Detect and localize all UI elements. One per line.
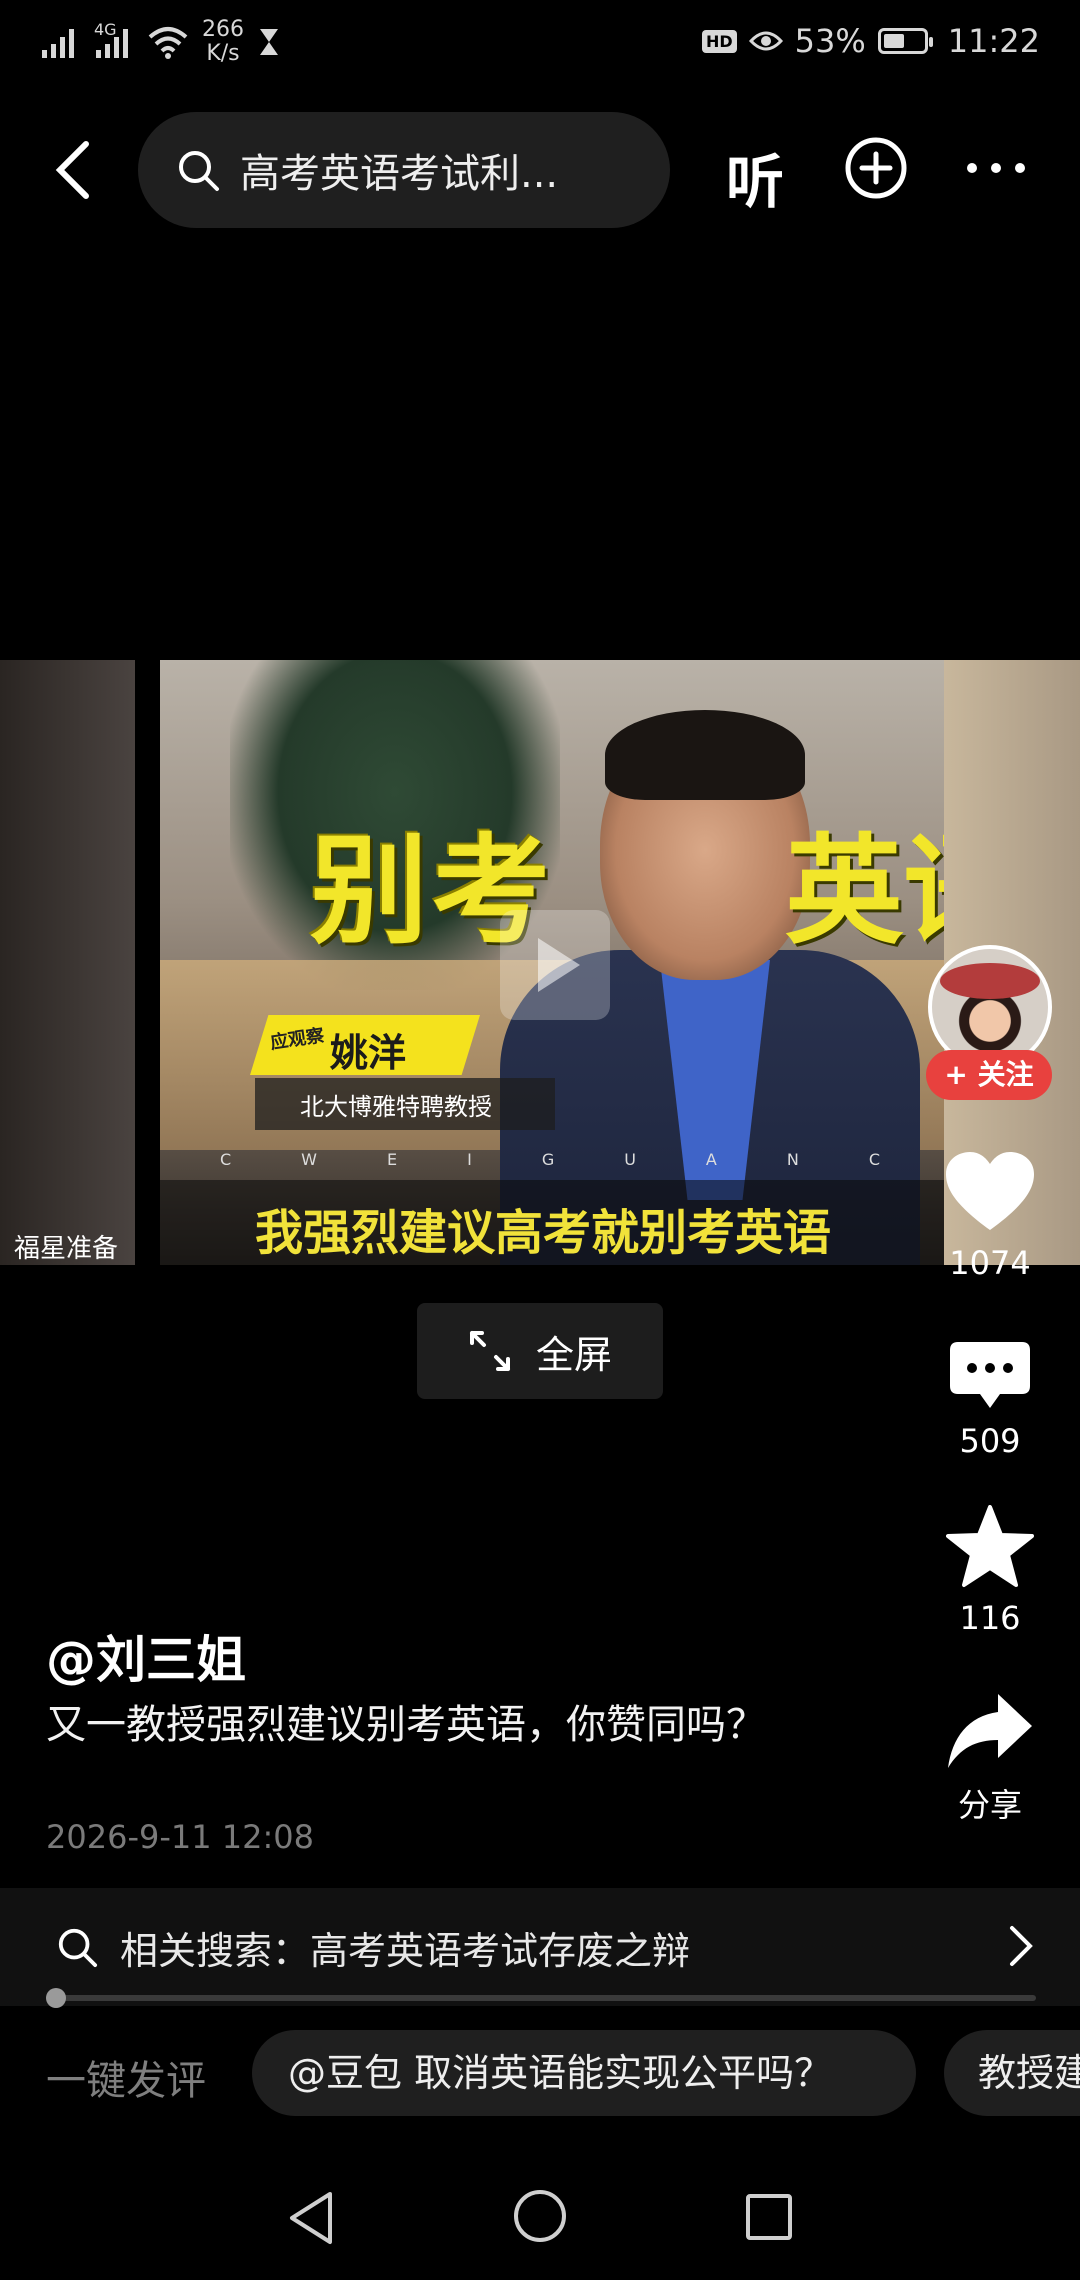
like-count: 1074 <box>949 1244 1031 1282</box>
comment-button[interactable]: 509 <box>920 1340 1060 1460</box>
status-right: HD 53% 11:22 <box>701 22 1040 60</box>
signal-icon <box>42 29 74 58</box>
comment-count: 509 <box>959 1422 1021 1460</box>
search-bar[interactable]: 高考英语考试利... <box>138 112 670 228</box>
network-type: 4G <box>94 20 117 39</box>
like-button[interactable]: 1074 <box>920 1150 1060 1282</box>
post-date: 2026-9-11 12:08 <box>46 1818 314 1856</box>
net-speed-unit: K/s <box>206 41 240 66</box>
more-icon[interactable] <box>964 160 1028 176</box>
wifi-icon <box>148 27 188 59</box>
fullscreen-button[interactable]: 全屏 <box>417 1303 663 1399</box>
follow-button[interactable]: + 关注 <box>926 1050 1052 1100</box>
overlay-title-right: 英语 <box>785 822 944 960</box>
quick-comment-chip[interactable]: @豆包 取消英语能实现公平吗？ <box>252 2030 916 2116</box>
quick-comment-label: 一键发评 <box>46 2058 206 2104</box>
fullscreen-label: 全屏 <box>535 1332 612 1377</box>
speaker-hair <box>605 710 805 800</box>
speaker-title: 北大博雅特聘教授 <box>300 1093 492 1121</box>
cellular-4g-icon: 4G <box>94 20 134 60</box>
expand-icon <box>469 1331 510 1371</box>
nav-home-icon[interactable] <box>512 2188 568 2244</box>
video-subtitle: 我强烈建议高考就别考英语 <box>255 1205 832 1261</box>
post-description: 又一教授强烈建议别考英语，你赞同吗？ <box>46 1702 766 1748</box>
progress-handle[interactable] <box>46 1988 66 2008</box>
prev-video-thumbnail[interactable]: 福星准备 <box>0 660 135 1265</box>
related-search-text: 相关搜索：高考英语考试存废之辩 <box>120 1928 691 1973</box>
author-name[interactable]: @刘三姐 <box>46 1620 246 1692</box>
search-icon <box>58 1928 98 1968</box>
search-icon <box>179 151 219 191</box>
add-icon[interactable] <box>844 136 908 200</box>
star-icon <box>946 1505 1034 1587</box>
net-speed: 266 K/s <box>202 18 244 66</box>
net-speed-value: 266 <box>202 17 244 42</box>
share-label: 分享 <box>957 1786 1022 1824</box>
favorite-count: 116 <box>959 1599 1021 1637</box>
hourglass-icon <box>260 29 278 55</box>
back-icon[interactable] <box>50 140 100 200</box>
comment-icon <box>950 1342 1030 1408</box>
nav-back-icon[interactable] <box>286 2190 336 2246</box>
speaker-name: 姚洋 <box>330 1031 407 1075</box>
battery-icon <box>877 28 933 54</box>
eye-icon <box>748 31 783 51</box>
related-search-bar[interactable]: 相关搜索：高考英语考试存废之辩 <box>0 1888 1080 2006</box>
video-player[interactable]: 别考 英语 应观察 姚洋 北大博雅特聘教授 CWEIGUANCHA 我强烈建议高… <box>160 660 944 1265</box>
battery-percent: 53% <box>794 22 866 60</box>
share-button[interactable]: 分享 <box>920 1692 1060 1826</box>
share-icon <box>948 1694 1032 1768</box>
search-query: 高考英语考试利... <box>240 151 559 197</box>
clock: 11:22 <box>947 22 1040 60</box>
hd-badge: HD <box>701 29 737 53</box>
chevron-right-icon <box>1010 1926 1033 1966</box>
prev-video-caption: 福星准备 <box>14 1234 119 1264</box>
play-icon[interactable] <box>500 910 610 1020</box>
heart-icon <box>946 1152 1034 1230</box>
video-progress-bar[interactable] <box>46 1988 1036 2008</box>
channel-ticker: CWEIGUANCHA <box>220 1150 944 1169</box>
favorite-button[interactable]: 116 <box>920 1505 1060 1637</box>
quick-comment-chip[interactable]: 教授建 <box>944 2030 1080 2116</box>
listen-button[interactable]: 听 <box>726 135 784 219</box>
status-left: 4G 266 K/s <box>40 18 280 66</box>
nav-recent-icon[interactable] <box>744 2192 794 2242</box>
status-bar: 4G 266 K/s HD 53% 11:22 <box>0 0 1080 90</box>
